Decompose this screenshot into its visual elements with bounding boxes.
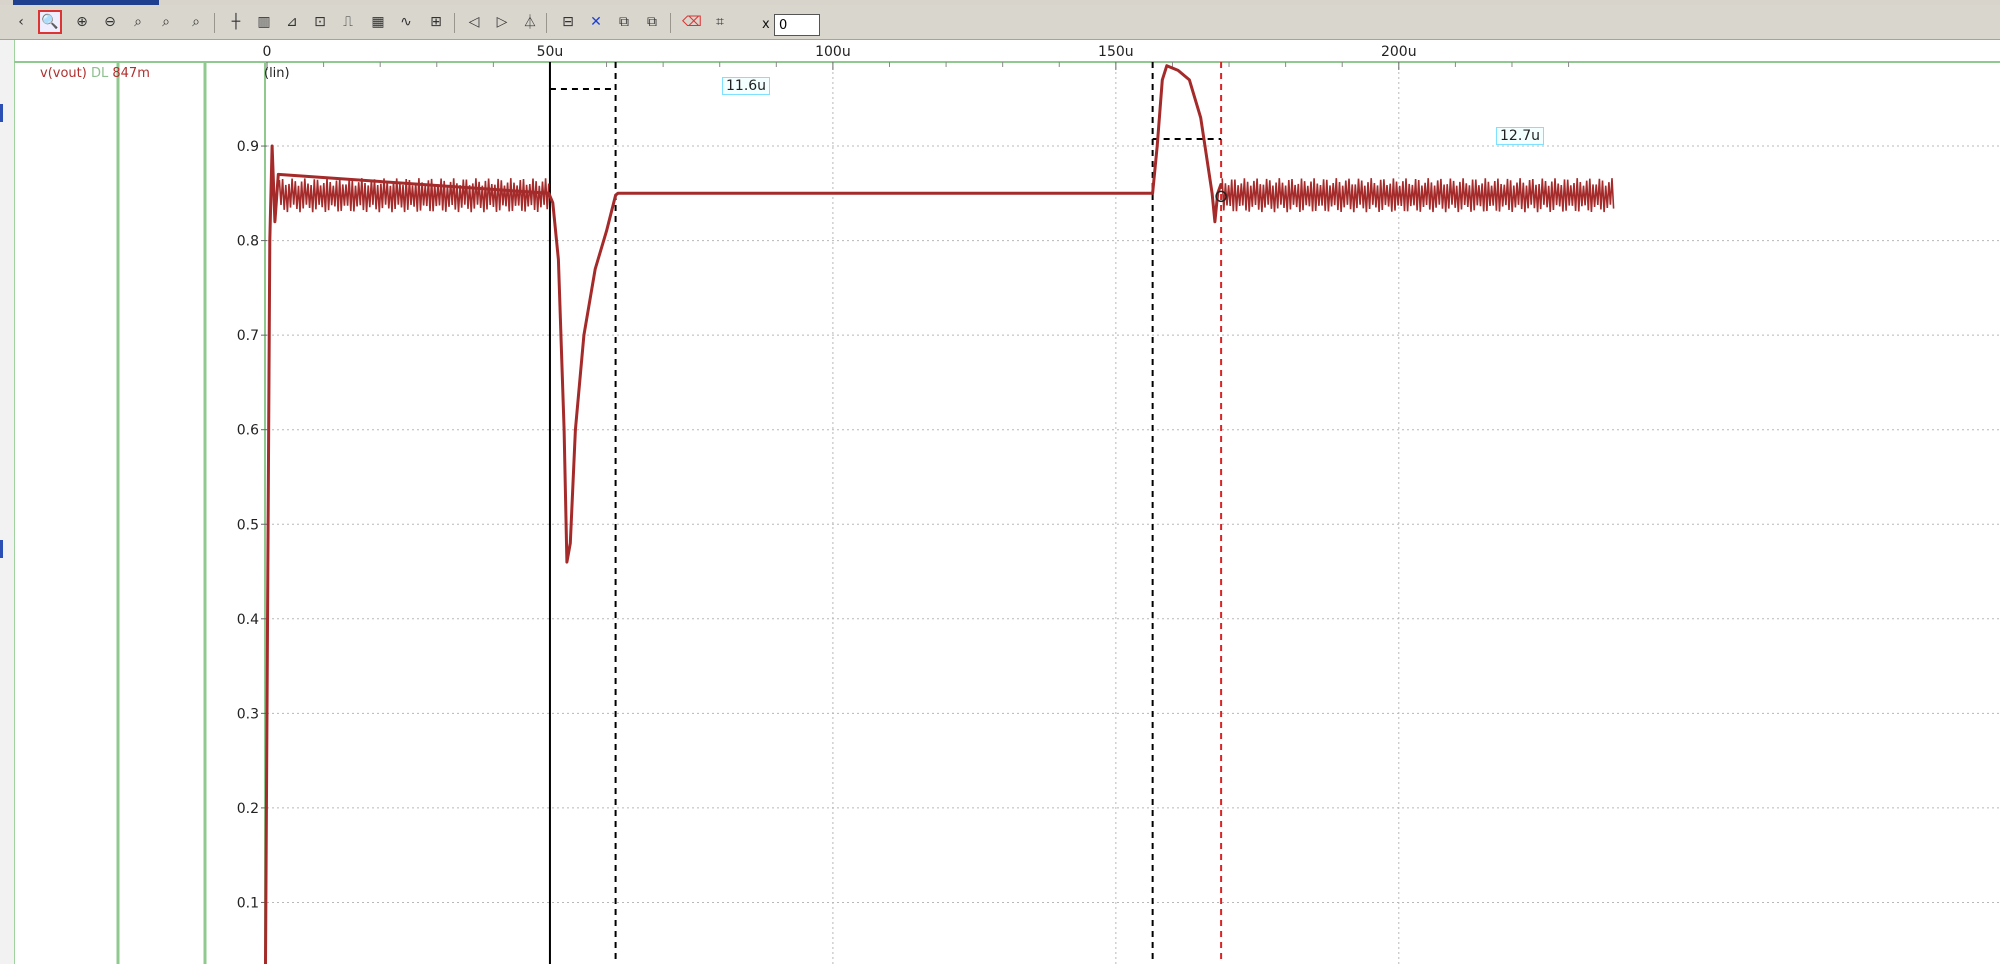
- scroll-left-icon[interactable]: ‹: [14, 10, 28, 34]
- zoom-fit-icon[interactable]: 🔍: [38, 10, 62, 34]
- toolbar-separator: [214, 13, 215, 33]
- ripple-trace: [1221, 178, 1615, 213]
- y-tick-label: 0.9: [237, 139, 259, 155]
- zoom-out-icon[interactable]: ⊖: [98, 10, 122, 34]
- copy-icon[interactable]: ⧉: [612, 10, 636, 34]
- y-tick-label: 0.3: [237, 706, 259, 722]
- x-tick-label: 0: [263, 44, 272, 60]
- x-tick-label: 200u: [1381, 44, 1417, 60]
- marker-icon[interactable]: ⏃: [518, 10, 542, 34]
- left-edge-panel: [0, 40, 15, 964]
- y-tick-label: 0.7: [237, 328, 259, 344]
- y-tick-label: 0.4: [237, 612, 259, 628]
- fft-icon[interactable]: ⊞: [424, 10, 448, 34]
- y-tick-label: 0.2: [237, 801, 259, 817]
- trace-name[interactable]: v(vout): [40, 66, 87, 81]
- x-tick-label: 50u: [537, 44, 564, 60]
- y-tick-label: 0.1: [237, 895, 259, 911]
- zoom-y-icon[interactable]: ⌕: [154, 10, 178, 34]
- splitter-handle[interactable]: [0, 540, 3, 558]
- cursor-icon[interactable]: ┼: [224, 10, 248, 34]
- y-tick-label: 0.8: [237, 234, 259, 250]
- dip-width-measurement[interactable]: 11.6u: [722, 77, 771, 95]
- x-field-label: x: [762, 17, 770, 32]
- x-tick-label: 100u: [815, 44, 851, 60]
- waveform-chart[interactable]: 0 50u 100u 150u 200u 0.1 0.2 0.3 0.4 0.5 0.6 0.7 0.8…: [14, 40, 2000, 968]
- zoom-previous-icon[interactable]: ⌕: [184, 10, 208, 34]
- pulse-icon[interactable]: ⎍: [336, 10, 360, 34]
- next-icon[interactable]: ▷: [490, 10, 514, 34]
- y-scale-label: (lin): [264, 66, 290, 81]
- trace-value: 847m: [112, 66, 150, 81]
- delete-icon[interactable]: ✕: [584, 10, 608, 34]
- export-icon[interactable]: ⊟: [556, 10, 580, 34]
- bars-icon[interactable]: ▥: [252, 10, 276, 34]
- toolbar-separator: [546, 13, 547, 33]
- toolbar: ‹ 🔍 ⊕ ⊖ ⌕ ⌕ ⌕ ┼ ▥ ⊿ ⊡ ⎍ ▦ ∿ ⊞ ◁ ▷ ⏃ ⊟ ✕ ⧉ ⧉ ⌫ ⌗ x: [0, 5, 2000, 40]
- paste-icon[interactable]: ⧉: [640, 10, 664, 34]
- splitter-handle[interactable]: [0, 104, 3, 122]
- y-tick-label: 0.6: [237, 423, 259, 439]
- label-icon[interactable]: ⊡: [308, 10, 332, 34]
- x-value-input[interactable]: [774, 14, 820, 36]
- waveform-plot-area[interactable]: 0 50u 100u 150u 200u 0.1 0.2 0.3 0.4 0.5 0.6 0.7 0.8…: [14, 40, 2000, 968]
- wave-icon[interactable]: ∿: [394, 10, 418, 34]
- toolbar-separator: [670, 13, 671, 33]
- measure-icon[interactable]: ⊿: [280, 10, 304, 34]
- peak-width-measurement[interactable]: 12.7u: [1496, 127, 1545, 145]
- x-tick-label: 150u: [1098, 44, 1134, 60]
- eraser-icon[interactable]: ⌫: [680, 10, 704, 34]
- fit-window-icon[interactable]: ⌗: [708, 10, 732, 34]
- previous-icon[interactable]: ◁: [462, 10, 486, 34]
- grid-icon[interactable]: ▦: [366, 10, 390, 34]
- y-tick-label: 0.5: [237, 517, 259, 533]
- trace-legend[interactable]: v(vout) DL 847m: [40, 66, 150, 81]
- zoom-x-icon[interactable]: ⌕: [126, 10, 150, 34]
- zoom-in-icon[interactable]: ⊕: [70, 10, 94, 34]
- toolbar-separator: [454, 13, 455, 33]
- trace-dl-label: DL: [90, 66, 109, 81]
